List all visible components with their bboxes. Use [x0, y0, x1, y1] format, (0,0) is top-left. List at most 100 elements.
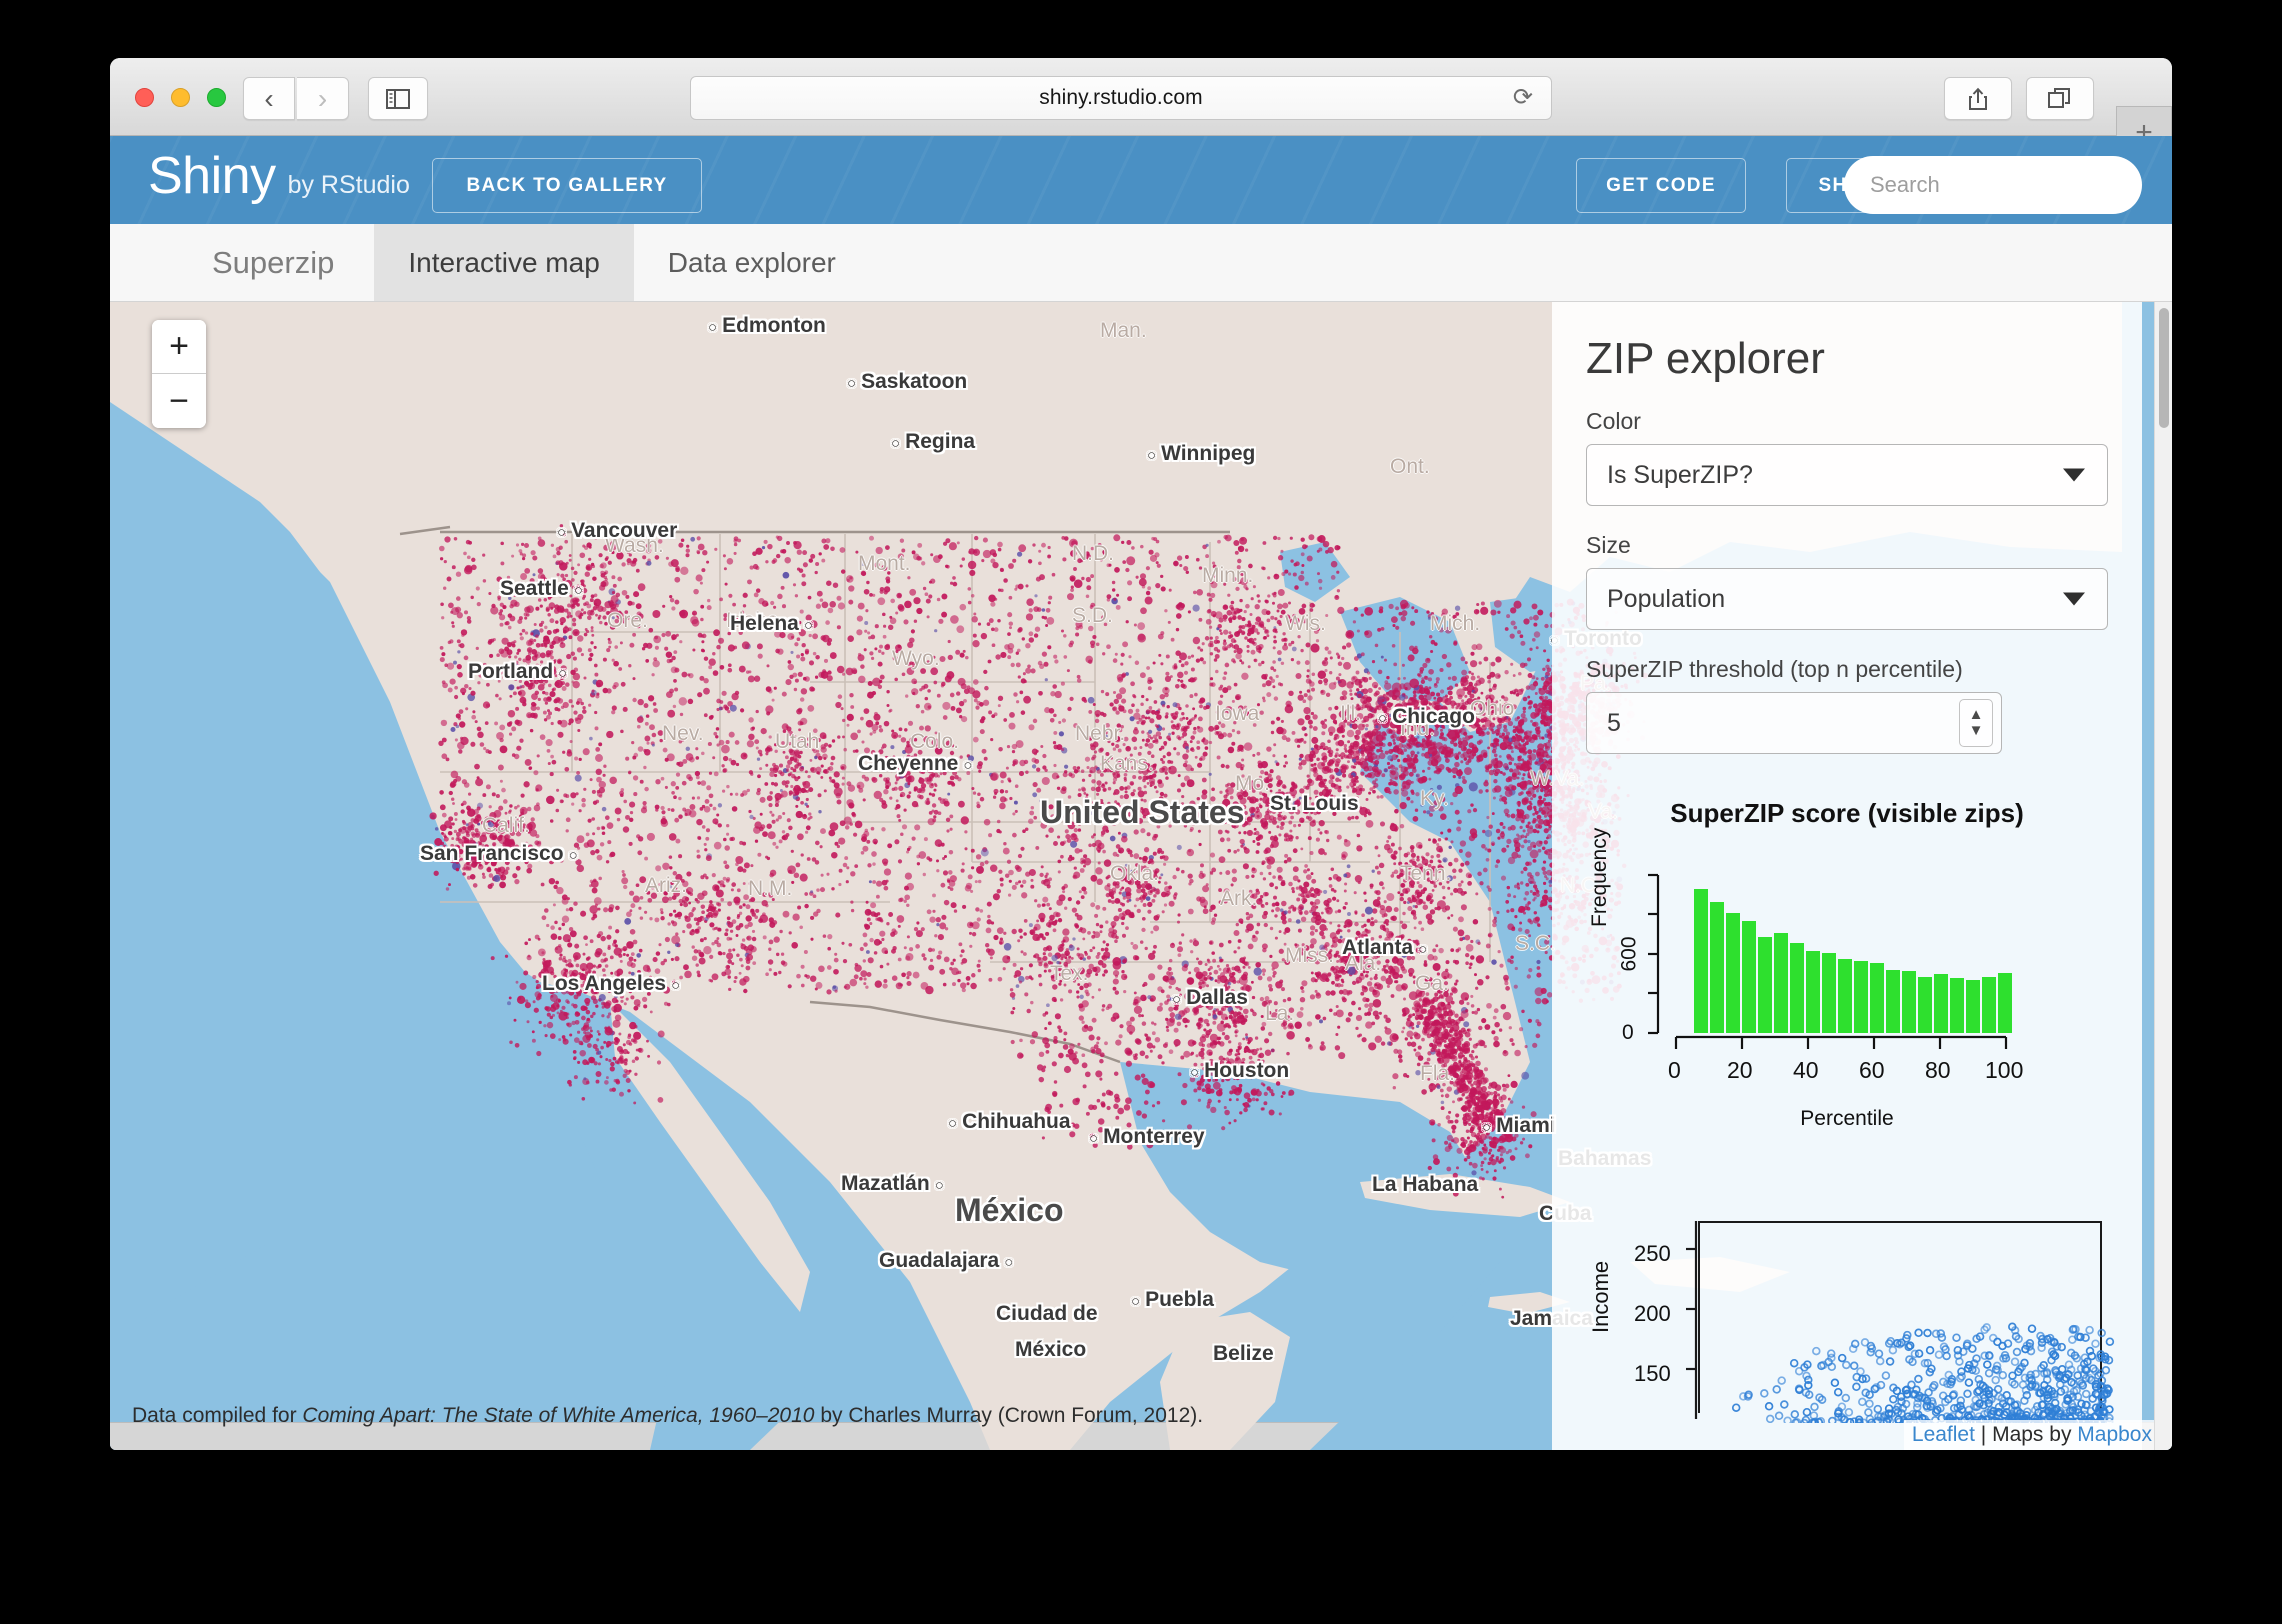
histogram-xtick-60: 60 — [1859, 1057, 1885, 1084]
map-city-label: Monterrey — [1089, 1125, 1205, 1149]
back-button[interactable]: ‹ — [243, 77, 295, 120]
map-city-label: Chicago — [1378, 705, 1475, 729]
histogram-bar — [1934, 974, 1948, 1033]
histogram-bar — [1854, 961, 1868, 1033]
histogram-bar — [1918, 977, 1932, 1033]
chevron-down-icon — [2063, 593, 2085, 606]
leaflet-link[interactable]: Leaflet — [1912, 1423, 1975, 1446]
income-scatter-plot: Income 250 200 150 — [1586, 1183, 2108, 1413]
map-city-label: St. Louis — [1270, 792, 1359, 816]
back-to-gallery-button[interactable]: BACK TO GALLERY — [432, 158, 702, 213]
map-state-label: N.M. — [748, 877, 792, 901]
map-state-label: Wis. — [1285, 612, 1326, 636]
chevron-right-icon: › — [318, 85, 327, 113]
threshold-stepper[interactable]: ▲ ▼ — [1959, 699, 1993, 747]
map-state-label: Ont. — [1390, 455, 1430, 479]
scatter-ylabel: Income — [1588, 1261, 1614, 1333]
threshold-value: 5 — [1607, 709, 1621, 738]
histogram-ytick-0: 0 — [1622, 1021, 1634, 1045]
color-select[interactable]: Is SuperZIP? — [1586, 444, 2108, 506]
address-bar[interactable]: shiny.rstudio.com ⟳ — [690, 76, 1552, 120]
stepper-down-icon[interactable]: ▼ — [1969, 723, 1984, 739]
zoom-out-button[interactable]: − — [152, 374, 206, 428]
show-tabs-icon — [2048, 88, 2072, 110]
map-city-label: Regina — [891, 430, 975, 454]
map-state-label: Colo. — [910, 730, 959, 754]
tab-data-explorer[interactable]: Data explorer — [634, 224, 870, 301]
scrollbar-thumb[interactable] — [2159, 308, 2169, 428]
brand[interactable]: Shiny by RStudio — [148, 146, 410, 206]
superzip-histogram: SuperZIP score (visible zips) Frequency — [1586, 798, 2108, 1131]
forward-button[interactable]: › — [297, 77, 349, 120]
map-state-label: Calif. — [482, 814, 530, 838]
data-attribution-note: Data compiled for Coming Apart: The Stat… — [132, 1404, 1203, 1428]
mapbox-link[interactable]: Mapbox — [2077, 1423, 2152, 1446]
map-state-label: Tenn. — [1400, 862, 1451, 886]
search-input[interactable] — [1870, 172, 2110, 198]
map-city-label: Los Angeles — [542, 972, 680, 996]
shiny-header: Shiny by RStudio BACK TO GALLERY GET COD… — [110, 136, 2172, 224]
histogram-ytick-600: 600 — [1618, 936, 1642, 971]
panel-title: ZIP explorer — [1586, 334, 2108, 384]
threshold-input[interactable]: 5 ▲ ▼ — [1586, 692, 2002, 754]
histogram-bar — [1822, 953, 1836, 1033]
histogram-xtick-0: 0 — [1668, 1057, 1681, 1084]
map-city-label: Saskatoon — [847, 370, 967, 394]
tab-interactive-map[interactable]: Interactive map — [374, 224, 633, 301]
show-tabs-button[interactable] — [2026, 77, 2094, 120]
map-city-label: Seattle — [500, 577, 583, 601]
histogram-title: SuperZIP score (visible zips) — [1586, 798, 2108, 829]
map-country-label: United States — [1040, 794, 1244, 831]
map-state-label: Ore. — [607, 609, 648, 633]
map-state-label: Miss. — [1285, 944, 1334, 968]
map-city-label: Helena — [730, 612, 813, 636]
map-state-label: Ohio — [1470, 697, 1514, 721]
chevron-down-icon — [2063, 469, 2085, 482]
histogram-bar — [1758, 937, 1772, 1033]
map-state-label: Ky. — [1420, 787, 1449, 811]
map-state-label: Okla. — [1110, 862, 1159, 886]
share-button[interactable] — [1944, 77, 2012, 120]
brand-subtitle: by RStudio — [288, 171, 410, 200]
zoom-in-button[interactable]: + — [152, 320, 206, 374]
note-prefix: Data compiled for — [132, 1404, 302, 1427]
histogram-bar — [1790, 943, 1804, 1033]
histogram-bar — [1870, 963, 1884, 1033]
map-state-label: Ill. — [1340, 702, 1361, 726]
chevron-left-icon: ‹ — [264, 85, 273, 113]
histogram-xtick-20: 20 — [1727, 1057, 1753, 1084]
map-state-label: La. — [1265, 1002, 1294, 1026]
share-icon — [1967, 87, 1989, 111]
histogram-bar — [1886, 970, 1900, 1033]
stepper-up-icon[interactable]: ▲ — [1969, 707, 1984, 723]
sidebar-toggle-button[interactable] — [368, 77, 428, 120]
histogram-xtick-40: 40 — [1793, 1057, 1819, 1084]
brand-name: Shiny — [148, 146, 276, 206]
map-state-label: Mont. — [858, 552, 911, 576]
close-window-button[interactable] — [135, 88, 154, 107]
sidebar-icon — [386, 89, 410, 109]
search-box[interactable] — [1844, 156, 2142, 214]
color-select-value: Is SuperZIP? — [1607, 461, 1753, 490]
page-scrollbar[interactable] — [2154, 302, 2172, 1450]
map-zoom-controls[interactable]: + − — [152, 320, 206, 428]
tab-superzip[interactable]: Superzip — [178, 224, 374, 301]
reload-icon[interactable]: ⟳ — [1513, 86, 1533, 110]
browser-titlebar: ‹ › shiny.rstudio.com ⟳ — [110, 58, 2172, 136]
map-state-label: S.C. — [1515, 932, 1556, 956]
maximize-window-button[interactable] — [207, 88, 226, 107]
map-state-label: Kans. — [1100, 752, 1154, 776]
size-select[interactable]: Population — [1586, 568, 2108, 630]
map-city-label: San Francisco — [420, 842, 578, 866]
minimize-window-button[interactable] — [171, 88, 190, 107]
map-city-label: Edmonton — [708, 314, 826, 338]
app-tabbar: Superzip Interactive map Data explorer — [110, 224, 2172, 302]
map-state-label: Ga. — [1415, 972, 1449, 996]
map-state-label: Iowa — [1215, 702, 1259, 726]
map-state-label: Man. — [1100, 319, 1147, 343]
size-select-value: Population — [1607, 585, 1725, 614]
map-state-label: Tex. — [1050, 962, 1089, 986]
get-code-button[interactable]: GET CODE — [1576, 158, 1746, 213]
map-state-label: Wyo. — [892, 647, 940, 671]
map-state-label: Fla. — [1420, 1062, 1455, 1086]
